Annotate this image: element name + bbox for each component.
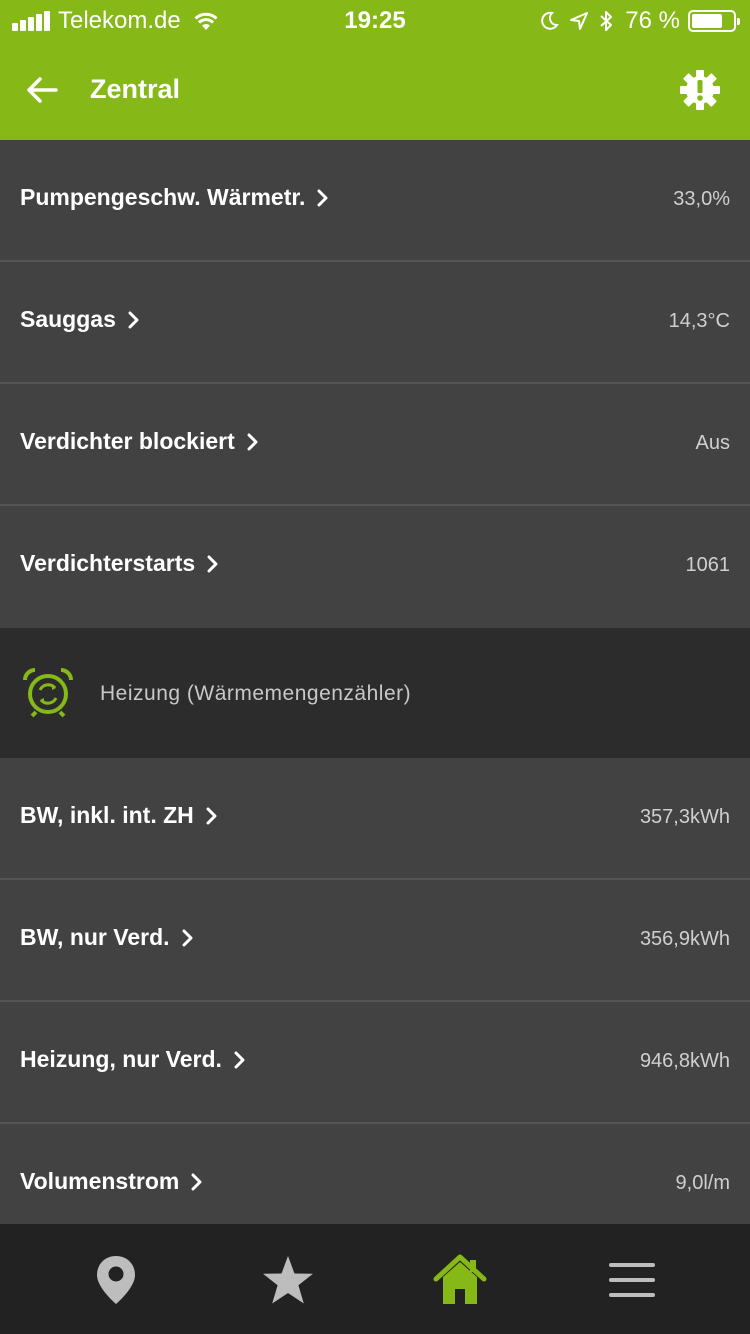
location-icon [570, 12, 589, 30]
battery-percent: 76 % [625, 7, 680, 34]
chevron-right-icon [191, 1173, 202, 1190]
list-item-label: Verdichter blockiert [20, 428, 259, 455]
bluetooth-icon [600, 11, 613, 31]
tab-favorites[interactable] [258, 1250, 318, 1310]
list-item-verdichter-blockiert[interactable]: Verdichter blockiert Aus [0, 384, 750, 506]
chevron-right-icon [182, 929, 193, 946]
list-item-value: 946,8kWh [639, 1050, 730, 1072]
chevron-right-icon [128, 311, 139, 328]
list-item-verdichterstarts[interactable]: Verdichterstarts 1061 [0, 506, 750, 628]
list-item-label: Volumenstrom [20, 1168, 203, 1195]
app-bar: Zentral [0, 40, 750, 140]
cycle-alarm-icon [23, 668, 73, 718]
page-title: Zentral [90, 74, 181, 104]
list-item-label: BW, nur Verd. [20, 924, 194, 951]
list-item-heizung-nur-verd[interactable]: Heizung, nur Verd. 946,8kWh [0, 1002, 750, 1124]
tab-location[interactable] [86, 1250, 146, 1310]
list-item-value: 357,3kWh [639, 806, 730, 828]
list-item-label: Sauggas [20, 306, 140, 333]
list-item-value: 9,0l/m [675, 1172, 730, 1194]
location-pin-icon [97, 1256, 135, 1304]
list-item-bw-inkl-int-zh[interactable]: BW, inkl. int. ZH 357,3kWh [0, 758, 750, 880]
list-item-label: Pumpengeschw. Wärmetr. [20, 184, 329, 211]
moon-icon [541, 11, 560, 30]
section-title: Heizung (Wärmemengenzähler) [100, 682, 412, 705]
list-item-value: 1061 [685, 554, 731, 576]
battery-icon [688, 10, 740, 32]
list-item-label: BW, inkl. int. ZH [20, 802, 218, 829]
battery-fill [692, 14, 723, 28]
list-item-label: Verdichterstarts [20, 550, 219, 577]
list-item-value: 14,3°C [668, 310, 730, 332]
status-bar: Telekom.de 19:25 76 % [0, 0, 750, 40]
list-item-value: Aus [695, 432, 730, 454]
star-icon [263, 1256, 313, 1304]
section-header-heizung: Heizung (Wärmemengenzähler) [0, 628, 750, 758]
list-item-value: 356,9kWh [639, 928, 730, 950]
status-right: 76 % [529, 6, 740, 36]
list-item-value: 33,0% [673, 188, 730, 210]
home-icon [433, 1254, 487, 1304]
list-item-label: Heizung, nur Verd. [20, 1046, 246, 1073]
list-item-pumpengeschwindigkeit[interactable]: Pumpengeschw. Wärmetr. 33,0% [0, 140, 750, 262]
chevron-right-icon [234, 1051, 245, 1068]
chevron-right-icon [207, 555, 218, 572]
settings-gear-alert-icon[interactable] [678, 68, 722, 112]
tab-menu[interactable] [602, 1250, 662, 1310]
chevron-right-icon [206, 807, 217, 824]
menu-icon [609, 1263, 655, 1297]
list-item-bw-nur-verd[interactable]: BW, nur Verd. 356,9kWh [0, 880, 750, 1002]
back-arrow-icon[interactable] [22, 70, 62, 110]
list-item-sauggas[interactable]: Sauggas 14,3°C [0, 262, 750, 384]
chevron-right-icon [247, 433, 258, 450]
chevron-right-icon [317, 189, 328, 206]
bottom-tab-bar [0, 1224, 750, 1334]
tab-home[interactable] [430, 1250, 490, 1310]
parameter-list: Pumpengeschw. Wärmetr. 33,0% Sauggas 14,… [0, 140, 750, 1246]
